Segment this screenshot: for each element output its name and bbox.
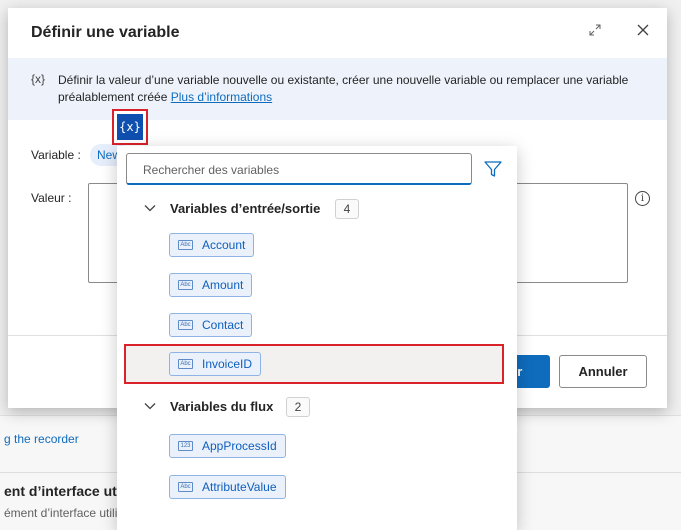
- group-label: Variables d’entrée/sortie: [170, 201, 321, 216]
- variable-chip-attributevalue[interactable]: Abc AttributeValue: [169, 475, 286, 499]
- text-type-icon: Abc: [178, 240, 193, 250]
- search-variables-input[interactable]: Rechercher des variables: [126, 153, 472, 185]
- expand-icon[interactable]: [586, 23, 604, 41]
- variable-picker-icon[interactable]: {x}: [117, 114, 143, 140]
- info-banner: {x} Définir la valeur d’une variable nou…: [8, 58, 667, 120]
- chevron-down-icon: [144, 403, 156, 410]
- value-label: Valeur :: [31, 191, 72, 205]
- text-type-icon: Abc: [178, 280, 193, 290]
- variable-picker-button-highlight[interactable]: {x}: [112, 109, 148, 145]
- variable-chip-account[interactable]: Abc Account: [169, 233, 255, 257]
- text-type-icon: Abc: [178, 482, 193, 492]
- cancel-button[interactable]: Annuler: [559, 355, 647, 388]
- variable-icon: {x}: [31, 72, 46, 86]
- group-header-flow-variables[interactable]: Variables du flux 2: [117, 393, 517, 423]
- variable-chip-contact[interactable]: Abc Contact: [169, 313, 253, 337]
- list-item[interactable]: 123 AppProcessId: [117, 426, 517, 466]
- group-count-badge: 2: [286, 397, 310, 417]
- list-item-selected[interactable]: Abc InvoiceID: [124, 344, 504, 384]
- background-recorder-link[interactable]: g the recorder: [4, 432, 79, 446]
- dialog-title: Définir une variable: [31, 24, 180, 41]
- more-info-link[interactable]: Plus d’informations: [171, 90, 272, 104]
- variable-chip-appprocessid[interactable]: 123 AppProcessId: [169, 434, 286, 458]
- text-type-icon: Abc: [178, 320, 193, 330]
- variables-flyout: Rechercher des variables Variables d’ent…: [117, 146, 517, 530]
- close-icon: [637, 24, 649, 36]
- group-count-badge: 4: [335, 199, 359, 219]
- variable-label: Variable :: [31, 148, 81, 162]
- text-type-icon: Abc: [178, 359, 193, 369]
- variable-chip-invoiceid[interactable]: Abc InvoiceID: [169, 352, 262, 376]
- info-circle-icon[interactable]: i: [635, 191, 650, 206]
- info-description: Définir la valeur d’une variable nouvell…: [58, 73, 629, 104]
- list-item[interactable]: Abc Amount: [117, 265, 517, 305]
- chevron-down-icon: [144, 205, 156, 212]
- variable-chip-amount[interactable]: Abc Amount: [169, 273, 253, 297]
- list-item[interactable]: Abc AttributeValue: [117, 467, 517, 507]
- filter-icon[interactable]: [483, 159, 503, 179]
- group-header-input-output[interactable]: Variables d’entrée/sortie 4: [117, 195, 517, 225]
- expand-arrows-icon: [589, 24, 601, 36]
- group-label: Variables du flux: [170, 399, 274, 414]
- close-button[interactable]: [632, 21, 654, 43]
- list-item[interactable]: Abc Contact: [117, 305, 517, 345]
- list-item[interactable]: Abc Account: [117, 225, 517, 265]
- number-type-icon: 123: [178, 441, 193, 451]
